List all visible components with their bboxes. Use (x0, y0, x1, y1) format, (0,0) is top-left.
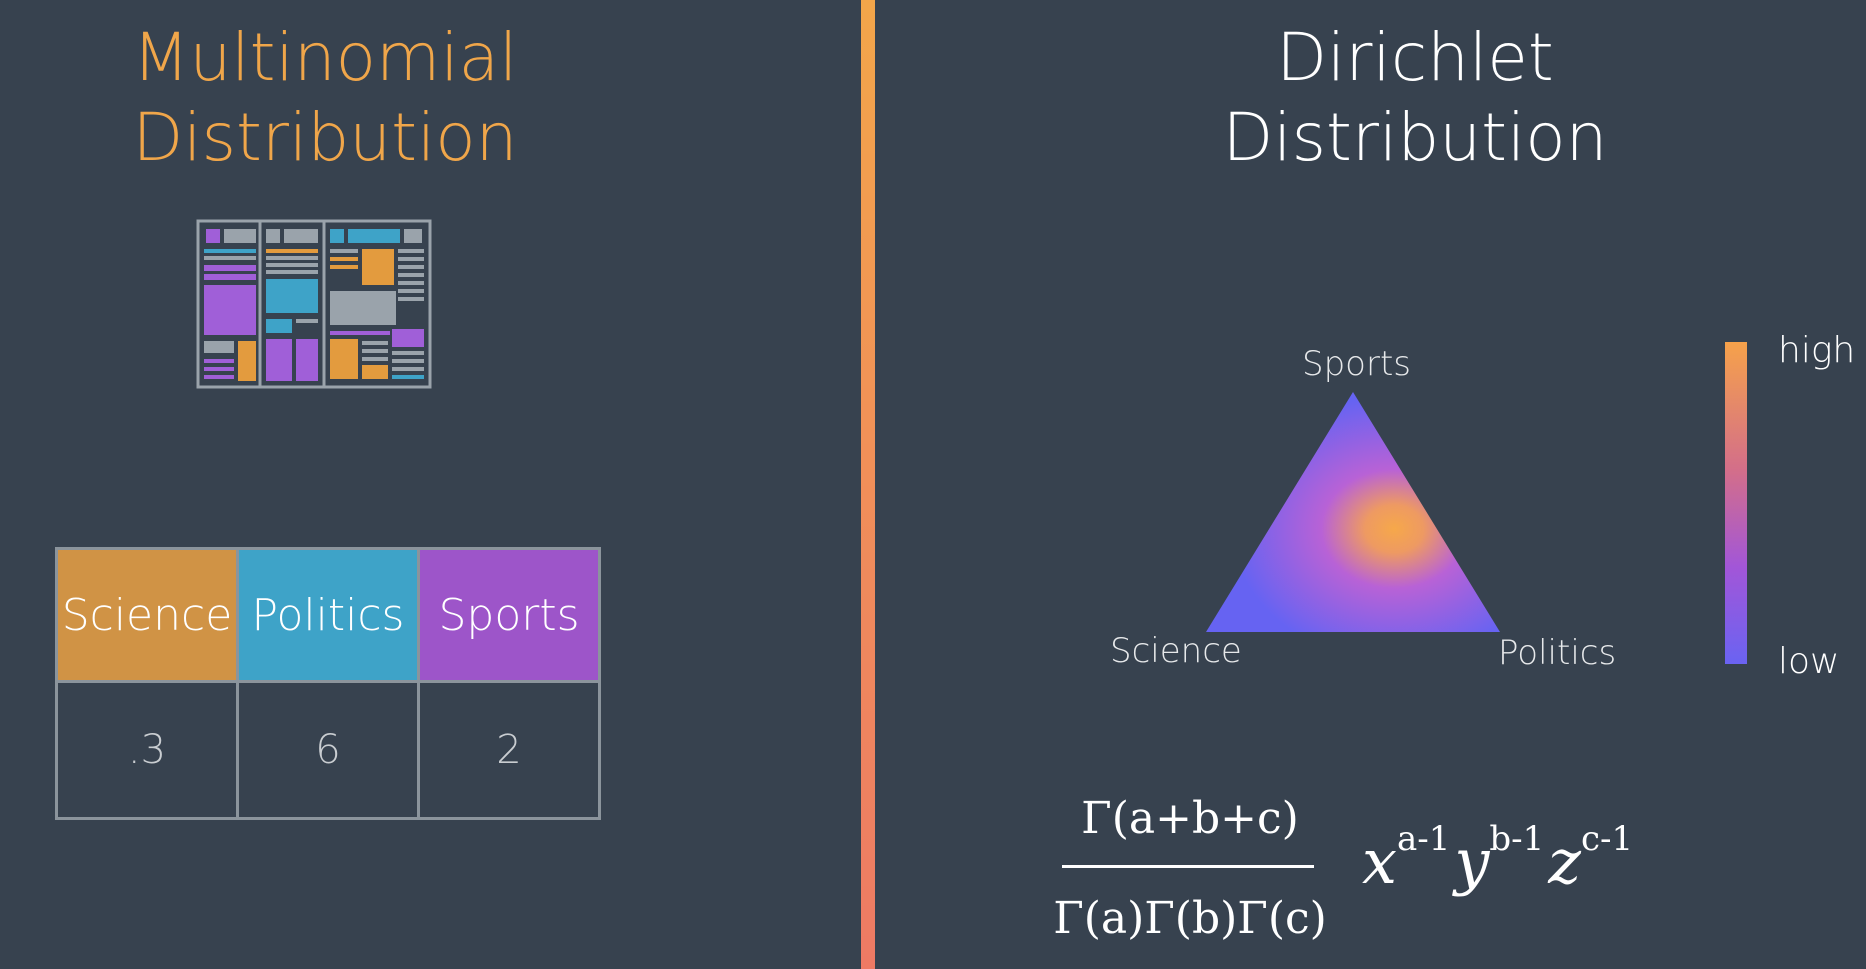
formula-z-exponent: c-1 (1580, 819, 1634, 859)
value-science: .3 (55, 680, 239, 820)
density-scale-bar (1725, 342, 1747, 664)
panel-divider (861, 0, 875, 969)
dirichlet-title-line1: Dirichlet (1276, 19, 1554, 96)
value-politics: 6 (236, 680, 420, 820)
newspaper-icon (196, 219, 432, 389)
formula-variables: xa-1yb-1zc-1 (1362, 819, 1637, 898)
multinomial-title-line1: Multinomial (132, 19, 518, 96)
multinomial-title-line2: Distribution (132, 99, 518, 176)
topic-table: Science Politics Sports .3 6 2 (55, 547, 601, 820)
topic-header-row: Science Politics Sports (55, 547, 601, 683)
simplex-label-sports: Sports (1302, 344, 1411, 384)
simplex-label-science: Science (1110, 631, 1242, 671)
formula-y-exponent: b-1 (1489, 819, 1545, 859)
header-politics: Politics (236, 547, 420, 683)
dirichlet-title-line2: Distribution (1222, 99, 1608, 176)
multinomial-title: Multinomial Distribution (0, 18, 650, 178)
simplex-density-area (1206, 392, 1500, 632)
formula-x: x (1362, 825, 1397, 898)
header-science: Science (55, 547, 239, 683)
dirichlet-title: Dirichlet Distribution (1070, 18, 1760, 178)
formula-numerator: Γ(a+b+c) (1081, 793, 1299, 844)
dirichlet-simplex (1206, 392, 1500, 632)
scale-label-high: high (1778, 330, 1856, 371)
simplex-label-politics: Politics (1498, 633, 1617, 673)
header-sports: Sports (417, 547, 601, 683)
formula-fraction-line (1062, 865, 1314, 868)
formula-denominator: Γ(a)Γ(b)Γ(c) (1053, 893, 1327, 944)
scale-label-low: low (1778, 641, 1840, 682)
formula-z: z (1548, 825, 1581, 898)
formula-x-exponent: a-1 (1396, 819, 1451, 859)
topic-value-row: .3 6 2 (55, 680, 601, 820)
value-sports: 2 (417, 680, 601, 820)
formula-y: y (1454, 825, 1490, 898)
